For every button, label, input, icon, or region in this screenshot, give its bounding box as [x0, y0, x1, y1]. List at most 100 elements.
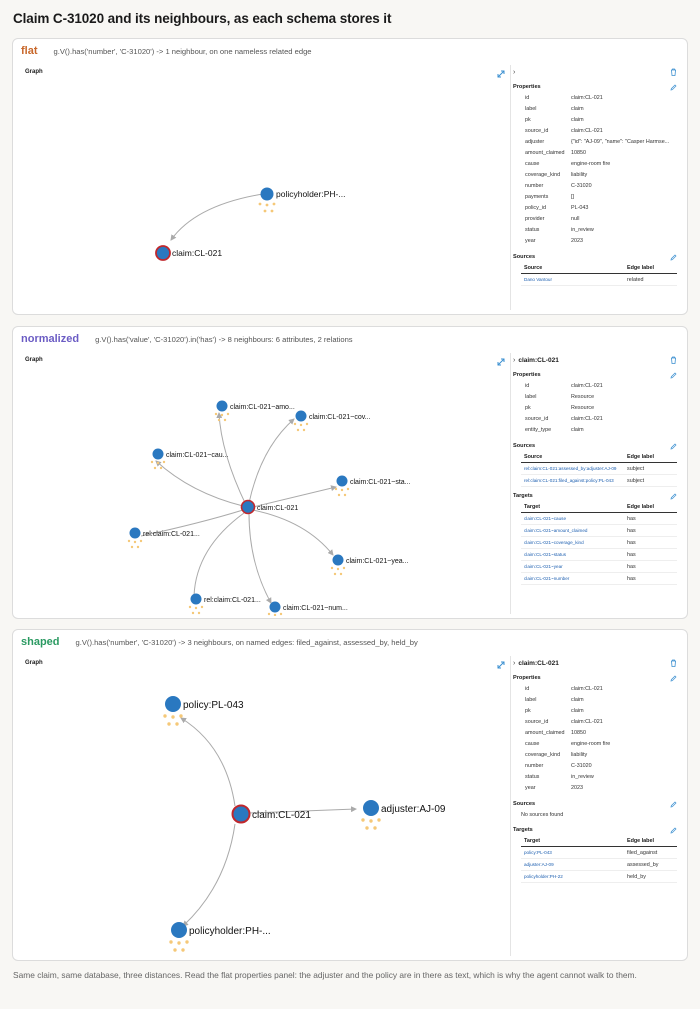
graph-node[interactable]: rel:claim:CL-021... — [188, 593, 261, 615]
table-row: claim:CL-021~year has — [521, 561, 677, 573]
graph-node[interactable]: policyholder:PH-... — [258, 187, 346, 213]
source-link[interactable]: rel:claim:CL-021:filed_against:policy:PL… — [521, 475, 627, 486]
property-row: source_id claim:CL-021 — [525, 128, 603, 134]
chevron-right-icon[interactable]: › — [513, 660, 515, 667]
trash-icon[interactable] — [670, 659, 677, 667]
graph-edge — [180, 717, 236, 807]
property-row: label Resource — [525, 394, 595, 400]
pencil-icon[interactable] — [670, 254, 677, 261]
detail-sidebar: › Properties id claim:CL-021 label claim p… — [513, 65, 681, 310]
graph-node[interactable]: policyholder:PH-... — [169, 922, 271, 952]
targets-heading: Targets — [513, 491, 681, 502]
property-row: cause engine-room fire — [525, 161, 611, 167]
graph-canvas[interactable]: Graph policy:PL-043 claim:CL-021 adjuste… — [21, 656, 511, 956]
property-row: status in_review — [525, 774, 594, 780]
pencil-icon[interactable] — [670, 675, 677, 682]
properties-list: id claim:CL-021 label Resource pk Resource … — [513, 381, 681, 436]
pencil-icon[interactable] — [670, 827, 677, 834]
graph-node-focus[interactable]: claim:CL-021 — [155, 245, 222, 261]
graph-node[interactable]: policy:PL-043 — [163, 696, 244, 726]
property-row: amount_claimed 10850 — [525, 150, 586, 156]
graph-canvas[interactable]: Graph claim:CL-021 claim:CL-021~amo... c… — [21, 353, 511, 617]
graph-edge — [248, 418, 295, 504]
sources-table: Source Edge label rel:claim:CL-021:assess… — [521, 452, 677, 487]
node-label: policyholder:PH-... — [276, 189, 345, 199]
target-link[interactable]: claim:CL-021~year — [521, 561, 627, 572]
graph-edge — [216, 412, 247, 506]
table-row: rel:claim:CL-021:assessed_by:adjuster:AJ… — [521, 463, 677, 475]
graph-node[interactable]: adjuster:AJ-09 — [361, 800, 446, 830]
pencil-icon[interactable] — [670, 443, 677, 450]
graph-edge — [248, 512, 272, 604]
target-link[interactable]: claim:CL-021~amount_claimed — [521, 525, 627, 536]
sources-heading: Sources — [513, 252, 681, 263]
pencil-icon[interactable] — [670, 493, 677, 500]
panel-header: normalized g.V().has('value', 'C-31020')… — [21, 333, 679, 351]
node-label: rel:claim:CL-021... — [143, 531, 200, 538]
graph-node[interactable]: claim:CL-021~amo... — [214, 400, 295, 422]
detail-sidebar: › claim:CL-021 Properties id claim:CL-021… — [513, 353, 681, 614]
graph-canvas[interactable]: Graph policyholder:PH-... claim:CL-021 — [21, 65, 511, 310]
chevron-right-icon[interactable]: › — [513, 69, 515, 76]
graph-node[interactable]: claim:CL-021~yea... — [330, 554, 409, 576]
node-label: claim:CL-021~cau... — [166, 452, 229, 459]
graph-edge — [155, 460, 244, 507]
gremlin-query: g.V().has('number', 'C-31020') -> 1 neig… — [53, 47, 312, 56]
property-row: adjuster {"id": "AJ-09", "name": "Casper … — [525, 139, 670, 145]
sources-heading: Sources — [513, 441, 681, 452]
graph-edge — [193, 512, 245, 597]
targets-table: Target Edge label claim:CL-021~cause has c… — [521, 502, 677, 585]
source-link[interactable]: rel:claim:CL-021:assessed_by:adjuster:AJ… — [521, 463, 627, 474]
graph-node-focus[interactable]: claim:CL-021 — [231, 804, 312, 824]
property-row: provider null — [525, 216, 580, 222]
target-link[interactable]: claim:CL-021~cause — [521, 513, 627, 524]
table-row: claim:CL-021~coverage_kind has — [521, 537, 677, 549]
panel-header: flat g.V().has('number', 'C-31020') -> 1… — [21, 45, 679, 63]
table-row: claim:CL-021~status has — [521, 549, 677, 561]
pencil-icon[interactable] — [670, 801, 677, 808]
graph-node[interactable]: claim:CL-021~sta... — [334, 475, 411, 497]
table-row: Dano Vantour related — [521, 274, 677, 286]
graph-edge — [170, 193, 264, 241]
table-row: policy:PL-043 filed_against — [521, 847, 677, 859]
table-row: claim:CL-021~cause has — [521, 513, 677, 525]
property-row: label claim — [525, 697, 584, 703]
target-link[interactable]: policy:PL-043 — [521, 847, 627, 858]
graph-node[interactable]: claim:CL-021~num... — [267, 601, 348, 617]
pencil-icon[interactable] — [670, 372, 677, 379]
property-row: year 2023 — [525, 238, 583, 244]
graph-node[interactable]: rel:claim:CL-021... — [127, 527, 200, 549]
target-link[interactable]: claim:CL-021~coverage_kind — [521, 537, 627, 548]
node-label: claim:CL-021~amo... — [230, 404, 295, 411]
node-label: claim:CL-021~num... — [283, 605, 348, 612]
node-label: claim:CL-021~cov... — [309, 414, 371, 421]
source-link[interactable]: Dano Vantour — [521, 274, 627, 285]
graph-node[interactable]: claim:CL-021~cov... — [293, 410, 371, 432]
detail-sidebar: › claim:CL-021 Properties id claim:CL-021… — [513, 656, 681, 956]
table-row: policyholder:PH-22 held_by — [521, 871, 677, 883]
property-row: label claim — [525, 106, 584, 112]
property-row: id claim:CL-021 — [525, 95, 603, 101]
target-link[interactable]: policyholder:PH-22 — [521, 871, 627, 882]
node-label: claim:CL-021~sta... — [350, 479, 411, 486]
property-row: year 2023 — [525, 785, 583, 791]
gremlin-query: g.V().has('value', 'C-31020').in('has') … — [95, 335, 353, 344]
gremlin-query: g.V().has('number', 'C-31020') -> 3 neig… — [75, 638, 418, 647]
target-link[interactable]: claim:CL-021~number — [521, 573, 627, 584]
target-link[interactable]: adjuster:AJ-09 — [521, 859, 627, 870]
chevron-right-icon[interactable]: › — [513, 357, 515, 364]
node-label: claim:CL-021 — [257, 505, 298, 512]
trash-icon[interactable] — [670, 68, 677, 76]
table-row: claim:CL-021~amount_claimed has — [521, 525, 677, 537]
trash-icon[interactable] — [670, 356, 677, 364]
property-row: pk claim — [525, 117, 584, 123]
target-link[interactable]: claim:CL-021~status — [521, 549, 627, 560]
table-row: claim:CL-021~number has — [521, 573, 677, 585]
pencil-icon[interactable] — [670, 84, 677, 91]
properties-heading: Properties — [513, 82, 681, 93]
schema-name: flat — [21, 45, 38, 57]
graph-svg: policy:PL-043 claim:CL-021 adjuster:AJ-0… — [163, 696, 446, 952]
graph-svg: policyholder:PH-... claim:CL-021 — [155, 187, 346, 261]
property-row: coverage_kind liability — [525, 752, 588, 758]
graph-svg: claim:CL-021 claim:CL-021~amo... claim:C… — [127, 400, 411, 617]
